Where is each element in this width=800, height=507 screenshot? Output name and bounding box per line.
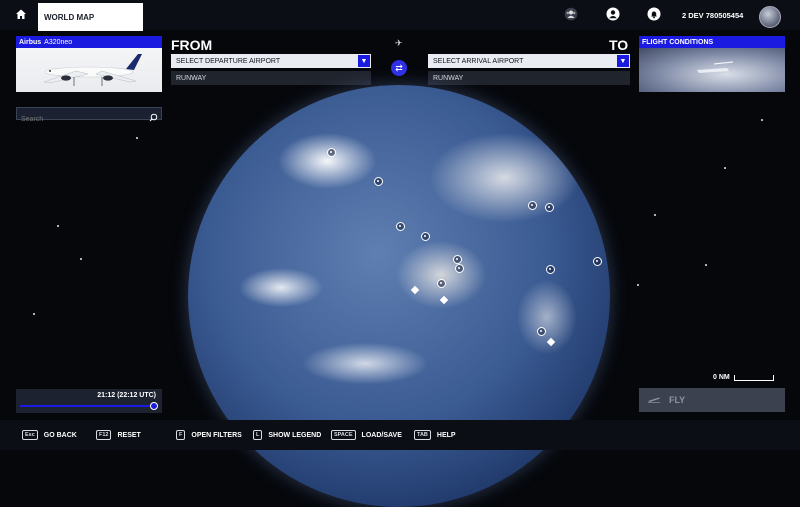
- hint-open-filters[interactable]: F OPEN FILTERS: [176, 430, 242, 440]
- swap-icon: ⇄: [395, 62, 403, 73]
- key-tab: TAB: [414, 430, 431, 440]
- arrival-runway-select[interactable]: RUNWAY: [428, 71, 630, 85]
- airport-marker[interactable]: [546, 265, 555, 274]
- airport-marker[interactable]: [455, 264, 464, 273]
- map-scale-bar: [733, 375, 774, 381]
- aircraft-maker: Airbus: [19, 38, 42, 46]
- flight-conditions-panel[interactable]: FLIGHT CONDITIONS: [639, 36, 785, 92]
- flight-conditions-title: FLIGHT CONDITIONS: [639, 36, 785, 48]
- departure-airport-value: SELECT DEPARTURE AIRPORT: [176, 57, 281, 65]
- key-esc: Esc: [22, 430, 38, 440]
- star: [57, 225, 59, 227]
- community-button[interactable]: [563, 7, 579, 26]
- star: [761, 119, 763, 121]
- avatar[interactable]: [759, 6, 781, 28]
- star: [33, 313, 35, 315]
- key-l: L: [253, 430, 263, 440]
- hint-label: LOAD/SAVE: [361, 431, 402, 439]
- hint-label: GO BACK: [43, 431, 77, 439]
- plane-icon: ✈: [395, 38, 403, 48]
- star: [724, 167, 726, 169]
- aircraft-name: Airbus A320neo: [16, 36, 162, 48]
- search-box: [16, 107, 162, 125]
- airport-marker[interactable]: [528, 201, 537, 210]
- star: [705, 264, 707, 266]
- hint-reset[interactable]: F12 RESET: [96, 430, 141, 440]
- hint-label: HELP: [436, 431, 456, 439]
- map-scale-label: 0 NM: [713, 374, 730, 381]
- chevron-down-icon: ▼: [358, 55, 370, 67]
- profile-icon: [606, 7, 620, 26]
- aircraft-model: A320neo: [44, 38, 73, 46]
- aircraft-image: [16, 48, 162, 92]
- time-of-day-panel: 21:12 (22:12 UTC): [16, 389, 162, 413]
- community-icon: [564, 7, 578, 26]
- airport-marker[interactable]: [593, 257, 602, 266]
- key-space: SPACE: [331, 430, 356, 440]
- time-slider[interactable]: [20, 402, 158, 410]
- hint-show-legend[interactable]: L SHOW LEGEND: [253, 430, 321, 440]
- airport-marker[interactable]: [421, 232, 430, 241]
- airport-marker[interactable]: [327, 148, 336, 157]
- airport-marker[interactable]: [545, 203, 554, 212]
- hint-label: RESET: [117, 431, 141, 439]
- fly-label: FLY: [669, 395, 686, 405]
- search-icon[interactable]: [149, 109, 158, 127]
- departure-runway-value: RUNWAY: [176, 74, 207, 82]
- hint-load-save[interactable]: SPACE LOAD/SAVE: [331, 430, 402, 440]
- home-icon: [15, 7, 27, 25]
- airport-marker[interactable]: [437, 279, 446, 288]
- arrival-runway-value: RUNWAY: [433, 74, 464, 82]
- airport-marker[interactable]: [396, 222, 405, 231]
- star: [136, 137, 138, 139]
- arrival-airport-value: SELECT ARRIVAL AIRPORT: [433, 57, 524, 65]
- aircraft-selector[interactable]: Airbus A320neo: [16, 36, 162, 92]
- departure-runway-select[interactable]: RUNWAY: [171, 71, 371, 85]
- weather-preview-image: [639, 48, 785, 92]
- username: 2 DEV 780505454: [682, 11, 744, 20]
- fly-button[interactable]: FLY: [639, 388, 785, 412]
- time-display: 21:12 (22:12 UTC): [97, 392, 156, 399]
- time-slider-handle[interactable]: [149, 402, 158, 410]
- hint-go-back[interactable]: Esc GO BACK: [22, 430, 77, 440]
- key-f: F: [176, 430, 186, 440]
- hint-label: SHOW LEGEND: [268, 431, 322, 439]
- from-label: FROM: [171, 37, 213, 53]
- key-f12: F12: [96, 430, 112, 440]
- profile-button[interactable]: [605, 7, 621, 26]
- breadcrumb-world-map[interactable]: WORLD MAP: [38, 3, 143, 31]
- star: [637, 284, 639, 286]
- hint-label: OPEN FILTERS: [191, 431, 242, 439]
- chevron-down-icon: ▼: [617, 55, 629, 67]
- departure-airport-select[interactable]: SELECT DEPARTURE AIRPORT ▼: [171, 54, 371, 68]
- map-scale: 0 NM: [713, 374, 774, 381]
- star: [80, 258, 82, 260]
- airport-marker[interactable]: [453, 255, 462, 264]
- home-button[interactable]: [12, 7, 30, 25]
- hint-help[interactable]: TAB HELP: [414, 430, 456, 440]
- star: [654, 214, 656, 216]
- airport-marker[interactable]: [537, 327, 546, 336]
- to-label: TO: [609, 37, 629, 53]
- airport-marker[interactable]: [374, 177, 383, 186]
- swap-airports-button[interactable]: ⇄: [391, 60, 407, 76]
- notifications-button[interactable]: [646, 7, 662, 26]
- search-input[interactable]: [17, 114, 141, 125]
- takeoff-icon: [647, 395, 661, 405]
- arrival-airport-select[interactable]: SELECT ARRIVAL AIRPORT ▼: [428, 54, 630, 68]
- notifications-icon: [647, 7, 661, 26]
